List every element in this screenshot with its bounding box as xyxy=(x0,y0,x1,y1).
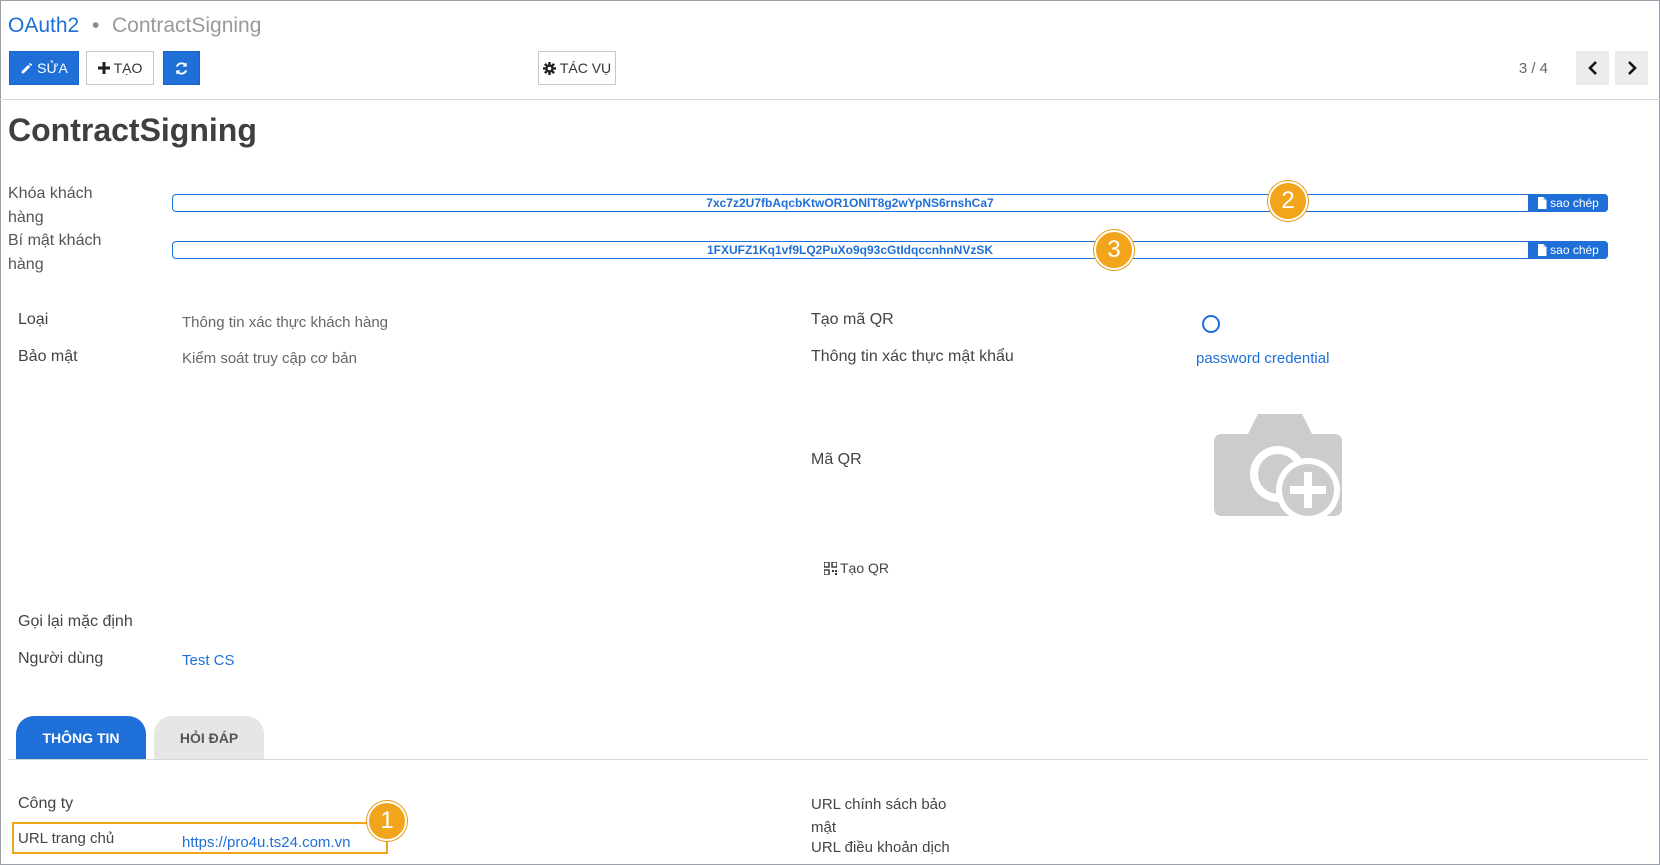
gear-icon xyxy=(542,61,556,75)
generate-qr-radio[interactable] xyxy=(1202,315,1220,333)
toolbar-divider xyxy=(0,99,1660,100)
plus-icon xyxy=(97,62,110,74)
callout-badge-3: 3 xyxy=(1094,230,1134,270)
copy-icon xyxy=(1538,197,1547,209)
type-value: Thông tin xác thực khách hàng xyxy=(182,314,389,331)
pager-counter: 3 / 4 xyxy=(1518,60,1548,77)
tab-faq[interactable]: HỎI ĐÁP xyxy=(154,716,264,760)
security-value: Kiểm soát truy cập cơ bản xyxy=(182,350,357,367)
callout-badge-2: 2 xyxy=(1268,181,1308,221)
breadcrumb-current: ContractSigning xyxy=(112,14,262,37)
homepage-highlight-box xyxy=(12,822,388,854)
chevron-right-icon xyxy=(1627,61,1637,75)
client-key-label: Khóa khách hàng xyxy=(8,185,93,226)
security-label: Bảo mật xyxy=(18,348,78,365)
terms-url-label: URL điều khoản dịch xyxy=(811,839,950,856)
create-qr-button[interactable]: Tạo QR xyxy=(824,560,889,576)
breadcrumb-separator: • xyxy=(92,14,100,37)
create-button[interactable]: TẠO xyxy=(86,51,154,85)
qrcode-icon xyxy=(824,561,837,575)
client-secret-copy-button[interactable]: sao chép xyxy=(1528,241,1608,259)
copy-icon xyxy=(1538,244,1547,256)
breadcrumb-root-link[interactable]: OAuth2 xyxy=(8,14,79,38)
client-key-value: 7xc7z2U7fbAqcbKtwOR1ONlT8g2wYpNS6rnshCa7 xyxy=(706,196,994,210)
client-secret-label: Bí mật khách hàng xyxy=(8,232,102,273)
previous-record-button[interactable] xyxy=(1576,51,1609,85)
tab-divider xyxy=(8,759,1648,760)
pencil-icon xyxy=(21,62,33,73)
callout-badge-1: 1 xyxy=(367,801,407,841)
client-key-field[interactable]: 7xc7z2U7fbAqcbKtwOR1ONlT8g2wYpNS6rnshCa7… xyxy=(172,194,1608,212)
user-link[interactable]: Test CS xyxy=(182,652,235,669)
generate-qr-label: Tạo mã QR xyxy=(811,311,894,328)
next-record-button[interactable] xyxy=(1615,51,1648,85)
tab-info[interactable]: THÔNG TIN xyxy=(16,716,146,760)
action-button[interactable]: TÁC VỤ xyxy=(538,51,616,85)
refresh-icon xyxy=(175,61,188,75)
password-credential-link[interactable]: password credential xyxy=(1196,350,1329,367)
user-label: Người dùng xyxy=(18,650,104,667)
action-button-label: TÁC VỤ xyxy=(559,60,612,76)
client-secret-value: 1FXUFZ1Kq1vf9LQ2PuXo9q93cGtIdqccnhnNVzSK xyxy=(706,243,994,257)
client-secret-field[interactable]: 1FXUFZ1Kq1vf9LQ2PuXo9q93cGtIdqccnhnNVzSK… xyxy=(172,241,1608,259)
company-label: Công ty xyxy=(18,795,74,812)
refresh-button[interactable] xyxy=(163,51,200,85)
chevron-left-icon xyxy=(1587,61,1597,75)
camera-add-icon[interactable] xyxy=(1214,410,1346,525)
edit-button-label: SỬA xyxy=(37,60,68,76)
client-key-copy-button[interactable]: sao chép xyxy=(1528,194,1608,212)
create-button-label: TẠO xyxy=(113,60,143,76)
type-label: Loại xyxy=(18,311,49,328)
default-callback-label: Gọi lại mặc định xyxy=(18,613,133,630)
record-title: ContractSigning xyxy=(8,112,257,148)
edit-button[interactable]: SỬA xyxy=(9,51,79,85)
password-credential-label: Thông tin xác thực mật khẩu xyxy=(811,348,1014,365)
qr-code-label: Mã QR xyxy=(811,451,862,468)
privacy-policy-url-label: URL chính sách bảo mật xyxy=(811,796,947,836)
